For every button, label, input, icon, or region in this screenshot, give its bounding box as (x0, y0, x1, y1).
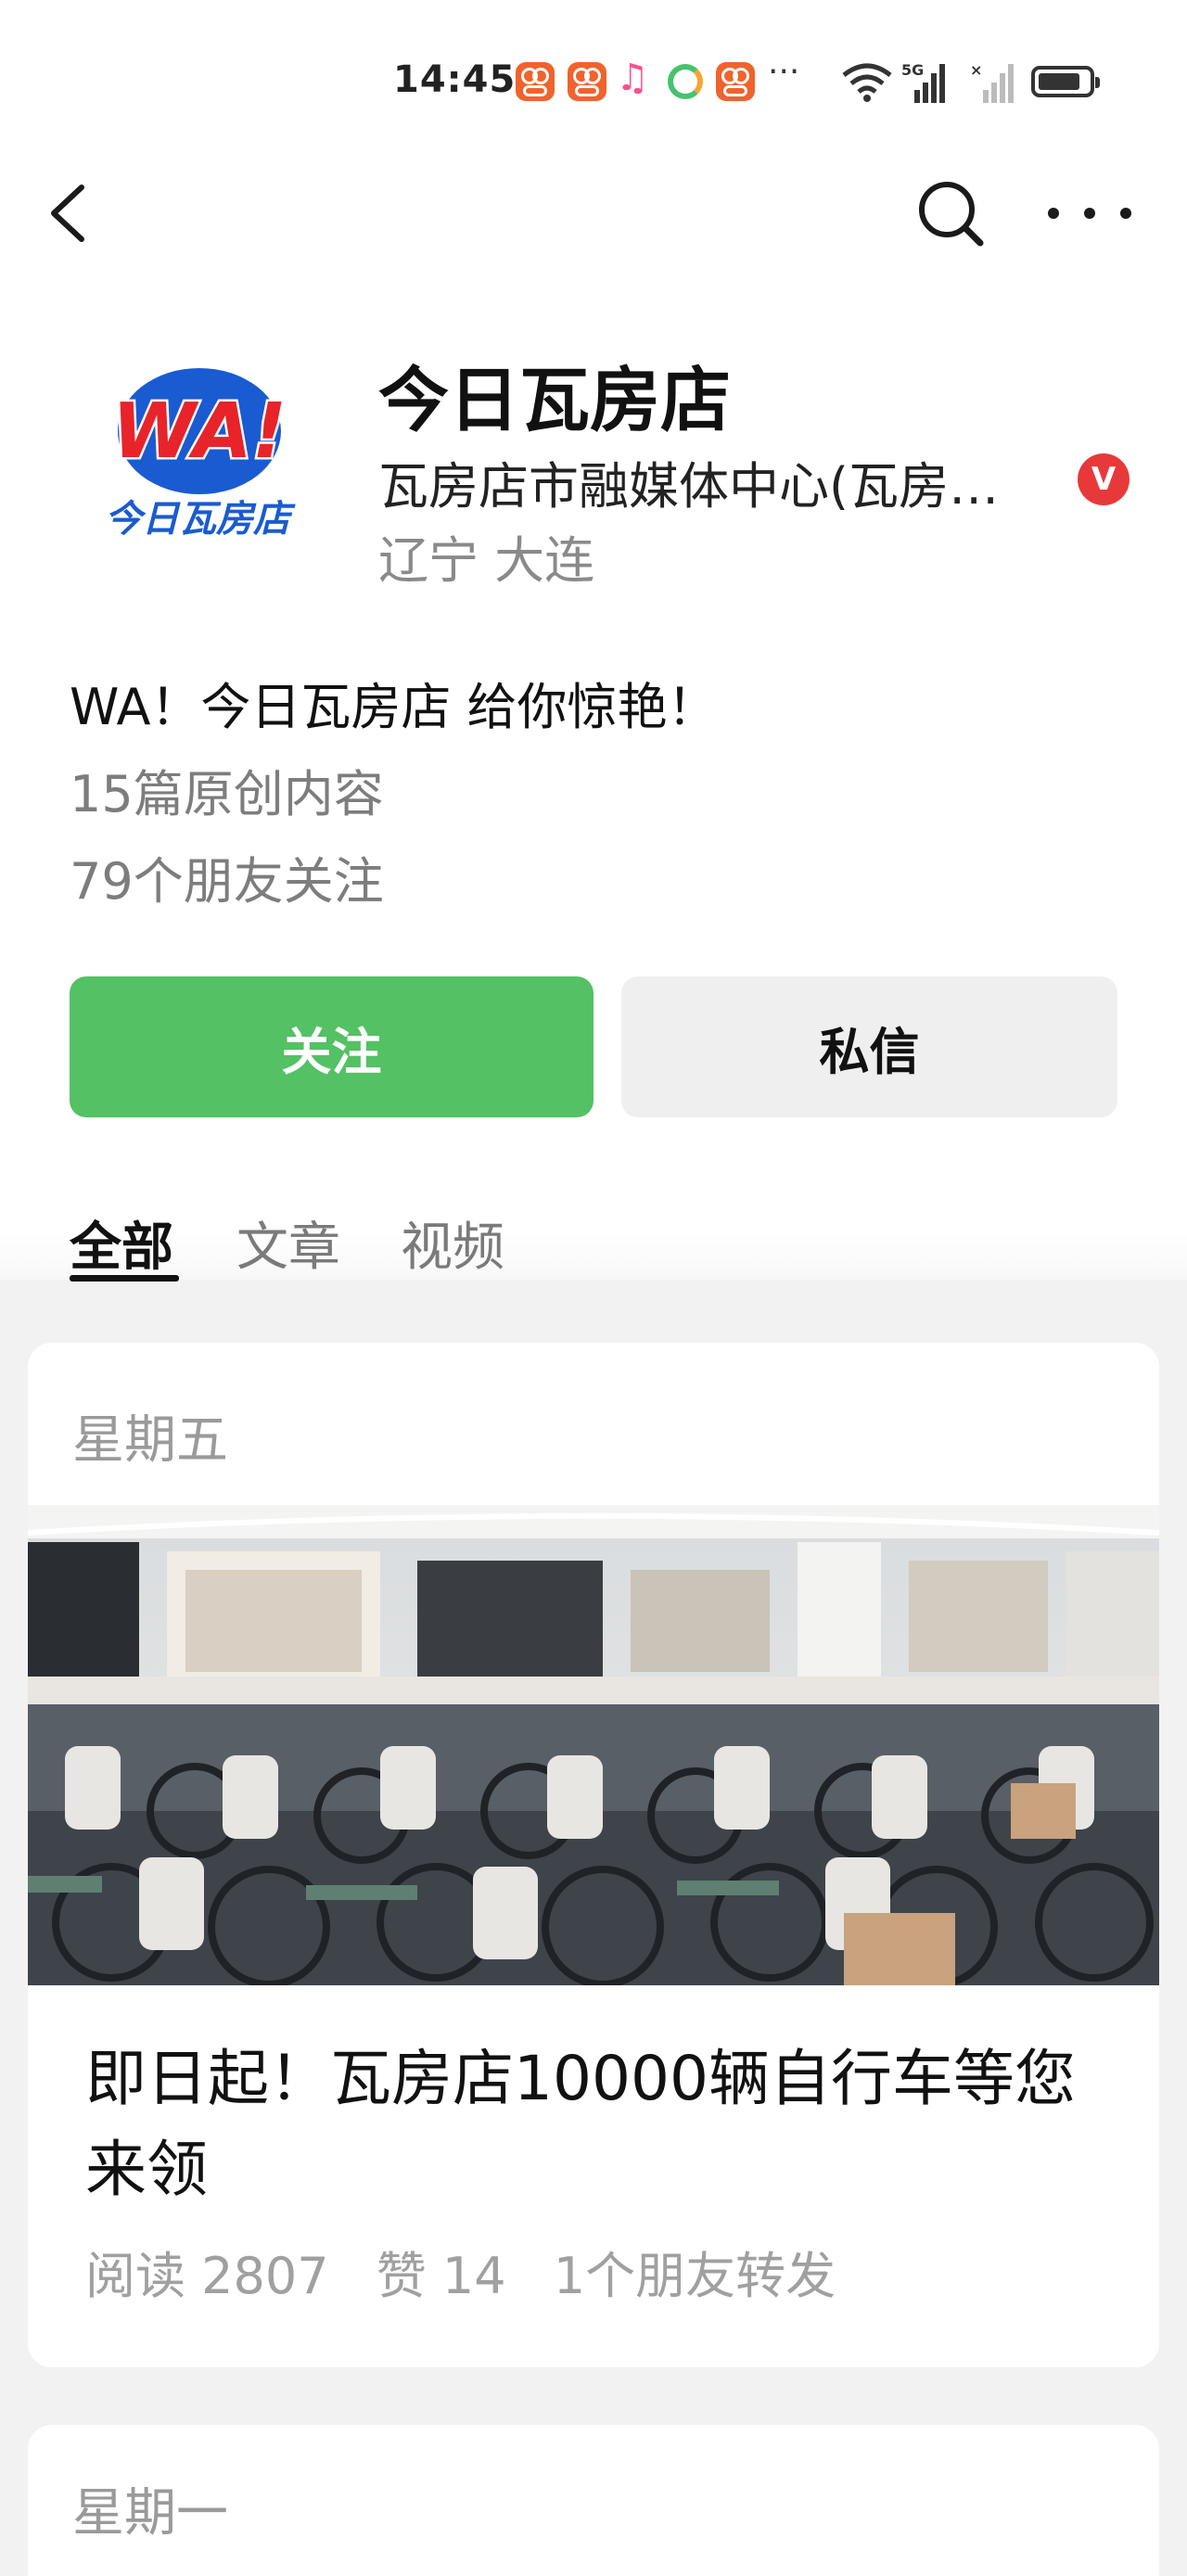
tab-articles[interactable]: 文章 (236, 1205, 340, 1281)
article-meta: 阅读 2807 赞 14 1个朋友转发 (85, 2235, 867, 2308)
status-bar: 14:45 ♫ ··· 5G × (0, 51, 1187, 116)
signal-icon: × (970, 61, 1014, 103)
verified-badge-icon[interactable]: V (1078, 453, 1130, 505)
follow-button[interactable]: 关注 (70, 976, 594, 1117)
battery-level (1039, 73, 1079, 90)
app-badge-icon (716, 62, 755, 101)
article-title[interactable]: 即日起！瓦房店10000辆自行车等您来领 (85, 2034, 1115, 2215)
account-owner[interactable]: 瓦房店市融媒体中心(瓦房店市广播电视台) (378, 445, 1027, 518)
tab-videos[interactable]: 视频 (401, 1205, 504, 1281)
article-card[interactable]: 星期一 (28, 2425, 1159, 2576)
article-likes: 赞 14 (376, 2247, 506, 2305)
account-name: 今日瓦房店 (378, 359, 731, 441)
friends-following[interactable]: 79个朋友关注 (70, 840, 384, 913)
avatar-logo-caption: 今日瓦房店 (105, 498, 296, 541)
app-badge-icon (568, 62, 606, 101)
article-day: 星期五 (72, 1410, 228, 1471)
status-time: 14:45 (393, 58, 517, 101)
signal-5g-icon: 5G (901, 61, 945, 103)
avatar-logo-text: WA! (112, 388, 287, 476)
music-icon: ♫ (616, 57, 649, 99)
more-dots-icon: ··· (768, 53, 800, 91)
original-count: 15篇原创内容 (70, 765, 384, 823)
article-day: 星期一 (72, 2483, 228, 2544)
svg-text:5G: 5G (901, 61, 924, 79)
tab-all[interactable]: 全部 (70, 1205, 173, 1281)
message-button[interactable]: 私信 (621, 976, 1117, 1117)
sync-icon (668, 64, 703, 99)
account-region: 辽宁 大连 (378, 531, 595, 590)
account-bio: WA！今日瓦房店 给你惊艳！ (70, 678, 718, 736)
tab-active-indicator (70, 1275, 179, 1282)
article-shares: 1个朋友转发 (553, 2247, 836, 2305)
svg-text:×: × (970, 61, 982, 79)
battery-icon (1031, 66, 1100, 97)
article-cover-image (28, 1505, 1159, 1985)
article-card[interactable]: 星期五 即日起！瓦房店10000辆自行车等您来领 阅读 2807 赞 14 1个… (28, 1343, 1159, 2367)
article-reads: 阅读 2807 (85, 2247, 329, 2305)
app-badge-icon (516, 62, 555, 101)
chevron-left-icon[interactable] (46, 176, 102, 250)
wifi-icon (842, 63, 892, 102)
search-icon[interactable] (913, 176, 988, 250)
avatar: WA! 今日瓦房店 (105, 368, 296, 541)
more-icon[interactable] (1048, 176, 1131, 250)
